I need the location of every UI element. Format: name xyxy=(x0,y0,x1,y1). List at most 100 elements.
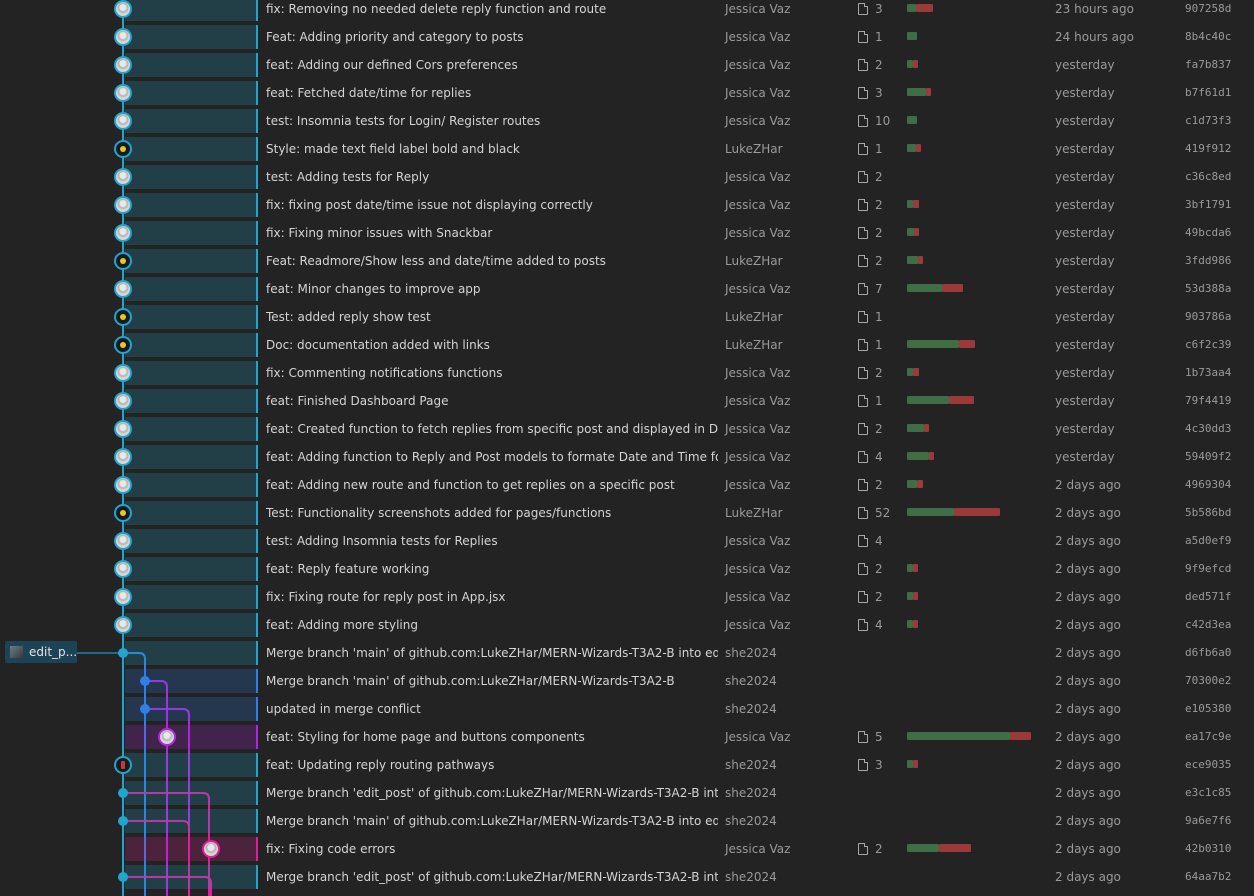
commit-row[interactable]: feat: Reply feature working Jessica Vaz 2 2… xyxy=(0,555,1254,583)
commit-row[interactable]: Feat: Adding priority and category to po… xyxy=(0,23,1254,51)
author-avatar-photo-icon[interactable] xyxy=(114,392,132,410)
commit-row[interactable]: feat: Fetched date/time for replies Jessi… xyxy=(0,79,1254,107)
author-avatar-photo-icon[interactable] xyxy=(114,420,132,438)
commit-row[interactable]: Merge branch 'edit_post' of github.com:L… xyxy=(0,863,1254,891)
commit-row[interactable]: feat: Finished Dashboard Page Jessica Vaz… xyxy=(0,387,1254,415)
commit-row[interactable]: fix: Fixing route for reply post in App.… xyxy=(0,583,1254,611)
merge-commit-node[interactable] xyxy=(118,648,128,658)
commit-sha[interactable]: 3bf1791 xyxy=(1185,191,1231,219)
author-avatar-photo-icon[interactable] xyxy=(202,840,220,858)
author-avatar-photo-icon[interactable] xyxy=(114,224,132,242)
commit-row[interactable]: Feat: Readmore/Show less and date/time a… xyxy=(0,247,1254,275)
commit-sha[interactable]: 9a6e7f6 xyxy=(1185,807,1231,835)
author-avatar-photo-icon[interactable] xyxy=(114,532,132,550)
commit-author: Jessica Vaz xyxy=(725,226,791,240)
commit-sha[interactable]: b7f61d1 xyxy=(1185,79,1231,107)
commit-sha[interactable]: 419f912 xyxy=(1185,135,1231,163)
author-avatar-photo-icon[interactable] xyxy=(114,476,132,494)
commit-sha[interactable]: c36c8ed xyxy=(1185,163,1231,191)
merge-commit-node[interactable] xyxy=(140,676,150,686)
author-avatar-photo-icon[interactable] xyxy=(114,280,132,298)
commit-sha[interactable]: 9f9efcd xyxy=(1185,555,1231,583)
commit-row[interactable]: feat: Adding our defined Cors preference… xyxy=(0,51,1254,79)
merge-commit-node[interactable] xyxy=(118,816,128,826)
commit-sha[interactable]: d6fb6a0 xyxy=(1185,639,1231,667)
author-avatar-photo-icon[interactable] xyxy=(114,28,132,46)
commit-sha[interactable]: 903786a xyxy=(1185,303,1231,331)
author-avatar-emoji-icon[interactable] xyxy=(114,308,132,326)
commit-sha[interactable]: ece9035 xyxy=(1185,751,1231,779)
commit-sha[interactable]: c1d73f3 xyxy=(1185,107,1231,135)
commit-sha[interactable]: a5d0ef9 xyxy=(1185,527,1231,555)
author-avatar-photo-icon[interactable] xyxy=(114,84,132,102)
commit-row[interactable]: test: Adding Insomnia tests for Replies J… xyxy=(0,527,1254,555)
commit-row[interactable]: updated in merge conflict she2024 2 days a… xyxy=(0,695,1254,723)
commit-row[interactable]: Test: Functionality screenshots added fo… xyxy=(0,499,1254,527)
commit-row[interactable]: feat: Adding more styling Jessica Vaz 4 2 d… xyxy=(0,611,1254,639)
commit-author: Jessica Vaz xyxy=(725,730,791,744)
author-avatar-photo-icon[interactable] xyxy=(114,56,132,74)
commit-sha[interactable]: 70300e2 xyxy=(1185,667,1231,695)
commit-row[interactable]: fix: fixing post date/time issue not dis… xyxy=(0,191,1254,219)
commit-row[interactable]: feat: Created function to fetch replies … xyxy=(0,415,1254,443)
commit-row[interactable]: feat: Minor changes to improve app Jessic… xyxy=(0,275,1254,303)
commit-sha[interactable]: 3fdd986 xyxy=(1185,247,1231,275)
commit-row[interactable]: Merge branch 'main' of github.com:LukeZH… xyxy=(0,639,1254,667)
commit-row[interactable]: test: Adding tests for Reply Jessica Vaz 2… xyxy=(0,163,1254,191)
author-avatar-photo-icon[interactable] xyxy=(114,616,132,634)
commit-row[interactable]: Test: added reply show test LukeZHar 1 yest… xyxy=(0,303,1254,331)
commit-sha[interactable]: 49bcda6 xyxy=(1185,219,1231,247)
commit-row[interactable]: Merge branch 'edit_post' of github.com:L… xyxy=(0,779,1254,807)
commit-row[interactable]: feat: Styling for home page and buttons … xyxy=(0,723,1254,751)
author-avatar-photo-icon[interactable] xyxy=(114,448,132,466)
author-avatar-photo-icon[interactable] xyxy=(114,0,132,18)
commit-sha[interactable]: 53d388a xyxy=(1185,275,1231,303)
commit-sha[interactable]: 1b73aa4 xyxy=(1185,359,1231,387)
commit-row[interactable]: fix: Fixing minor issues with Snackbar Je… xyxy=(0,219,1254,247)
merge-commit-node[interactable] xyxy=(140,704,150,714)
commit-sha[interactable]: 59409f2 xyxy=(1185,443,1231,471)
author-avatar-robot-icon[interactable] xyxy=(114,756,132,774)
commit-row[interactable]: Doc: documentation added with links LukeZ… xyxy=(0,331,1254,359)
commit-row[interactable]: test: Insomnia tests for Login/ Register… xyxy=(0,107,1254,135)
changed-files-count: 2 xyxy=(858,359,883,387)
commit-sha[interactable]: 4969304 xyxy=(1185,471,1231,499)
commit-sha[interactable]: ded571f xyxy=(1185,583,1231,611)
commit-row[interactable]: fix: Commenting notifications functions J… xyxy=(0,359,1254,387)
author-avatar-photo-icon[interactable] xyxy=(114,588,132,606)
author-avatar-photo-icon[interactable] xyxy=(114,364,132,382)
author-avatar-emoji-icon[interactable] xyxy=(114,504,132,522)
author-avatar-photo-icon[interactable] xyxy=(114,112,132,130)
commit-row[interactable]: fix: Fixing code errors Jessica Vaz 2 2 day… xyxy=(0,835,1254,863)
commit-row[interactable]: Style: made text field label bold and bl… xyxy=(0,135,1254,163)
author-avatar-emoji-icon[interactable] xyxy=(114,252,132,270)
commit-sha[interactable]: ea17c9e xyxy=(1185,723,1231,751)
commit-row[interactable]: feat: Adding function to Reply and Post … xyxy=(0,443,1254,471)
commit-sha[interactable]: 5b586bd xyxy=(1185,499,1231,527)
commit-row[interactable]: Merge branch 'main' of github.com:LukeZH… xyxy=(0,807,1254,835)
author-avatar-emoji-icon[interactable] xyxy=(114,336,132,354)
commit-row[interactable]: feat: Adding new route and function to g… xyxy=(0,471,1254,499)
commit-row[interactable]: fix: Removing no needed delete reply fun… xyxy=(0,0,1254,23)
author-avatar-photo-icon[interactable] xyxy=(114,168,132,186)
commit-sha[interactable]: fa7b837 xyxy=(1185,51,1231,79)
author-avatar-photo-icon[interactable] xyxy=(114,196,132,214)
commit-sha[interactable]: 64aa7b2 xyxy=(1185,863,1231,891)
author-avatar-photo-icon[interactable] xyxy=(158,728,176,746)
merge-commit-node[interactable] xyxy=(118,872,128,882)
commit-sha[interactable]: 4c30dd3 xyxy=(1185,415,1231,443)
commit-sha[interactable]: 8b4c40c xyxy=(1185,23,1231,51)
merge-commit-node[interactable] xyxy=(118,788,128,798)
commit-row[interactable]: Merge branch 'main' of github.com:LukeZH… xyxy=(0,667,1254,695)
commit-sha[interactable]: e3c1c85 xyxy=(1185,779,1231,807)
commit-row[interactable]: feat: Updating reply routing pathways she… xyxy=(0,751,1254,779)
commit-sha[interactable]: 42b0310 xyxy=(1185,835,1231,863)
commit-sha[interactable]: 907258d xyxy=(1185,0,1231,23)
commit-author: Jessica Vaz xyxy=(725,2,791,16)
commit-sha[interactable]: e105380 xyxy=(1185,695,1231,723)
commit-sha[interactable]: c42d3ea xyxy=(1185,611,1231,639)
commit-sha[interactable]: 79f4419 xyxy=(1185,387,1231,415)
author-avatar-photo-icon[interactable] xyxy=(114,560,132,578)
commit-sha[interactable]: c6f2c39 xyxy=(1185,331,1231,359)
author-avatar-emoji-icon[interactable] xyxy=(114,140,132,158)
